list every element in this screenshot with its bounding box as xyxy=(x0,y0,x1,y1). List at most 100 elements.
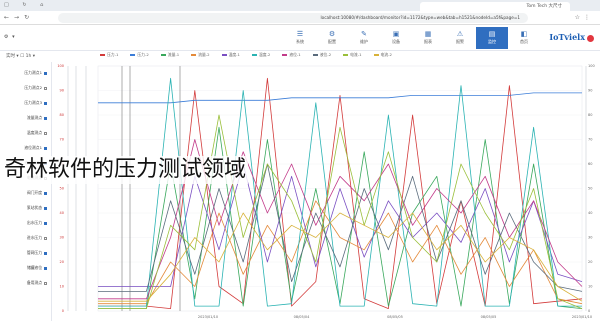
menu-icon-5: ✎ xyxy=(361,30,367,38)
legend-swatch xyxy=(100,54,105,56)
overlay-caption: 奇林软件的压力测试领域 xyxy=(2,156,249,184)
chart-legend: 压力-1 压力-2 流量-1 流量-2 温度-1 温度-2 液位-1 液位-2 电流-1 电流-2 xyxy=(100,52,580,60)
sidebar-item-label: 温度测点 xyxy=(26,130,42,135)
time-range-selector[interactable]: 实时 ▾ ☐ 1h ▾ xyxy=(6,53,35,59)
sidebar-item[interactable]: 压力测点3 xyxy=(24,100,47,106)
menu-item-4[interactable]: ▣ 设备 xyxy=(380,27,412,49)
checkbox[interactable] xyxy=(44,281,47,285)
y-tick-label-right: 30 xyxy=(588,236,592,240)
x-tick-label: 08/05/04 xyxy=(294,315,310,319)
checkbox[interactable] xyxy=(44,101,47,105)
menu-item-6[interactable]: ⚙ 配置 xyxy=(316,27,348,49)
y-tick-label: 20 xyxy=(60,260,64,264)
legend-label: 液位-1 xyxy=(289,52,301,57)
legend-item[interactable]: 压力-1 xyxy=(100,52,124,57)
x-tick-label: 08/05/05 xyxy=(481,315,497,319)
menu-icon-0: ◧ xyxy=(520,30,528,38)
brand-text: IoTvielx xyxy=(549,32,585,42)
menu-label-3: 报表 xyxy=(424,39,432,44)
sidebar-item-label: 压力测点1 xyxy=(24,70,42,75)
nav-buttons[interactable]: ←→↻ xyxy=(4,14,34,21)
sidebar-item[interactable]: 储罐液位 xyxy=(27,265,47,271)
url-field[interactable]: localhost:10080/#/dashboard/monitor?id=1… xyxy=(58,13,528,23)
sidebar-item[interactable]: 液位测点1 xyxy=(24,145,47,151)
y-tick-label: 10 xyxy=(60,285,64,289)
trend-chart: 0102030405060708090100010203040506070809… xyxy=(57,64,594,319)
checkbox[interactable] xyxy=(44,86,47,90)
sidebar-item[interactable]: 出水压力 xyxy=(27,220,47,226)
legend-item[interactable]: 液位-2 xyxy=(312,52,337,57)
menu-label-7: 系统 xyxy=(296,39,304,44)
sidebar-item[interactable]: 备用测点 xyxy=(27,280,47,286)
sidebar-item[interactable]: 流量测点 xyxy=(27,115,47,121)
y-tick-label: 100 xyxy=(57,64,64,68)
reload-icon[interactable]: ↻ xyxy=(24,14,34,21)
checkbox[interactable] xyxy=(44,236,47,240)
menu-item-7[interactable]: ☰ 系统 xyxy=(284,27,316,49)
y-tick-label-right: 20 xyxy=(588,260,592,264)
y-tick-label: 30 xyxy=(60,236,64,240)
menu-label-1: 监控 xyxy=(488,39,496,44)
y-tick-label: 70 xyxy=(60,138,64,142)
checkbox[interactable] xyxy=(44,131,47,135)
x-tick-label: 2023/01/10 xyxy=(198,315,218,319)
legend-item[interactable]: 电流-2 xyxy=(373,52,398,57)
forward-icon[interactable]: → xyxy=(14,14,24,21)
menu-item-3[interactable]: ▦ 报表 xyxy=(412,27,444,49)
sidebar-item-label: 储罐液位 xyxy=(26,265,42,270)
checkbox[interactable] xyxy=(44,251,47,255)
sidebar-item-label: 压力测点3 xyxy=(24,100,42,105)
menu-item-5[interactable]: ✎ 维护 xyxy=(348,27,380,49)
brand-logo[interactable]: IoTvielx xyxy=(549,32,594,42)
series-line xyxy=(98,92,582,104)
sidebar-item-label: 备用测点 xyxy=(26,280,42,285)
checkbox[interactable] xyxy=(44,221,47,225)
legend-item[interactable]: 温度-1 xyxy=(221,52,246,57)
legend-item[interactable]: 流量-2 xyxy=(191,52,215,57)
y-tick-label-right: 70 xyxy=(588,138,592,142)
star-icon[interactable]: ☆ xyxy=(575,14,584,21)
sidebar-item[interactable]: 温度测点 xyxy=(27,130,47,136)
back-icon[interactable]: ← xyxy=(4,14,14,21)
checkbox[interactable] xyxy=(44,116,47,120)
sidebar-item[interactable]: 管网压力 xyxy=(27,250,47,256)
checkbox[interactable] xyxy=(44,191,47,195)
y-tick-label-right: 80 xyxy=(588,113,592,117)
sidebar-item[interactable]: 压力测点1 xyxy=(24,70,47,76)
y-tick-label: 90 xyxy=(60,89,64,93)
legend-swatch xyxy=(251,54,257,56)
menu-item-1[interactable]: ▤ 监控 xyxy=(476,27,508,49)
sidebar-item-label: 流量测点 xyxy=(26,115,42,120)
sidebar-item-label: 液位测点1 xyxy=(24,145,42,150)
browser-actions[interactable]: ☆⋮ xyxy=(575,14,594,21)
legend-swatch xyxy=(343,54,349,56)
legend-label: 温度-1 xyxy=(228,52,240,57)
sidebar-item[interactable]: 泵站状态 xyxy=(27,205,47,211)
menu-icon[interactable]: ⋮ xyxy=(584,14,594,21)
header-settings[interactable]: ⚙ ▾ xyxy=(4,34,16,40)
browser-tab[interactable]: Tom Tech 大尺寸 xyxy=(420,2,570,11)
window-controls[interactable]: □ ↻ ⌂ xyxy=(4,2,49,8)
legend-item[interactable]: 液位-1 xyxy=(282,52,306,57)
checkbox[interactable] xyxy=(44,206,47,210)
checkbox[interactable] xyxy=(44,266,47,270)
y-tick-label: 50 xyxy=(60,187,64,191)
sidebar-item-label: 进水压力 xyxy=(26,235,42,240)
checkbox[interactable] xyxy=(44,146,47,150)
legend-label: 压力-2 xyxy=(137,52,149,57)
menu-icon-3: ▦ xyxy=(424,30,432,38)
legend-item[interactable]: 压力-2 xyxy=(130,52,154,57)
y-tick-label: 0 xyxy=(62,309,64,313)
menu-item-2[interactable]: ⚠ 报警 xyxy=(444,27,476,49)
checkbox[interactable] xyxy=(44,71,47,75)
legend-item[interactable]: 流量-1 xyxy=(160,52,185,57)
sidebar-item[interactable]: 进水压力 xyxy=(27,235,47,241)
legend-swatch xyxy=(282,54,288,56)
legend-item[interactable]: 温度-2 xyxy=(251,52,276,57)
legend-swatch xyxy=(130,54,136,56)
sidebar-item-label: 阀门开度 xyxy=(26,190,42,195)
sidebar-item[interactable]: 阀门开度 xyxy=(27,190,47,196)
sidebar-item[interactable]: 压力测点2 xyxy=(24,85,47,91)
legend-item[interactable]: 电流-1 xyxy=(343,52,367,57)
menu-item-0[interactable]: ◧ 首页 xyxy=(508,27,540,49)
